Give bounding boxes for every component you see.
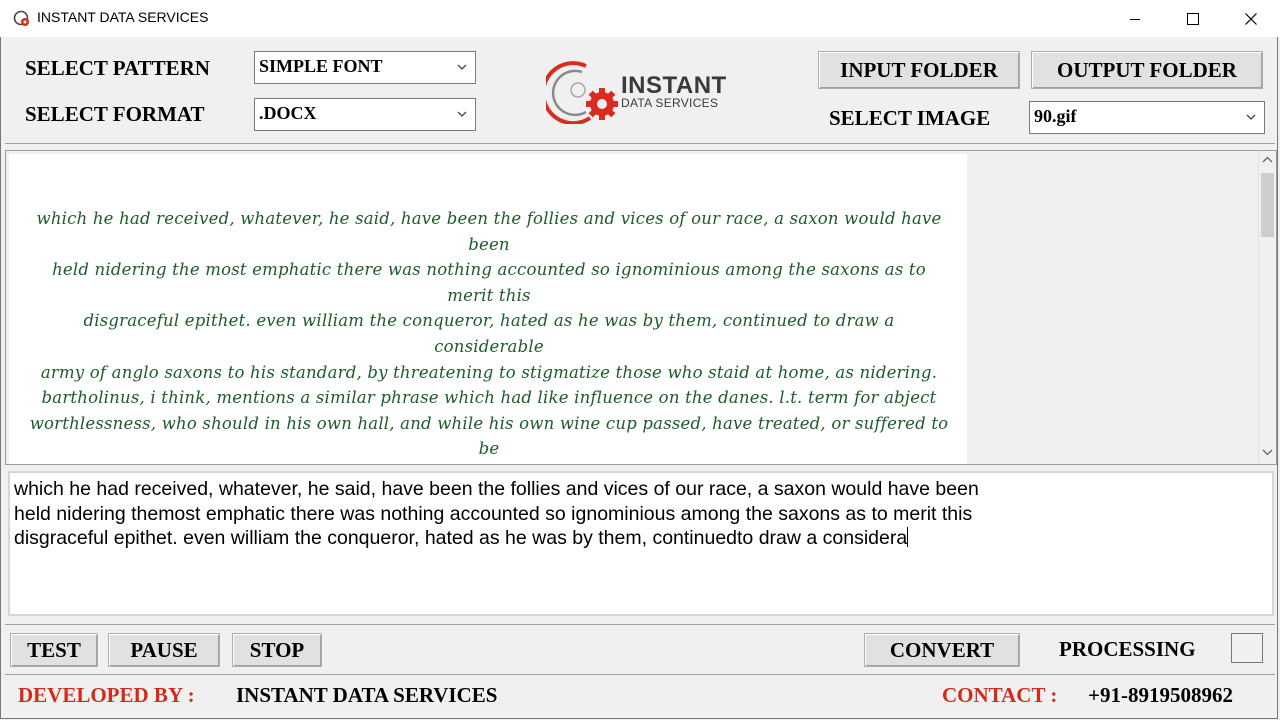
input-line: held nidering themost emphatic there was…: [14, 502, 973, 525]
handwriting-preview-text: which he had received, whatever, he said…: [27, 206, 951, 464]
app-logo-icon: [13, 10, 29, 26]
stop-button[interactable]: STOP: [232, 633, 322, 667]
pattern-dropdown-value: SIMPLE FONT: [259, 56, 383, 76]
contact-phone: +91-8919508962: [1088, 683, 1233, 707]
scroll-up-icon[interactable]: [1262, 155, 1273, 165]
handwriting-preview-panel[interactable]: which he had received, whatever, he said…: [5, 150, 1277, 465]
developer-name: INSTANT DATA SERVICES: [236, 683, 498, 707]
close-button[interactable]: [1222, 0, 1280, 37]
scrollbar-thumb[interactable]: [1261, 173, 1274, 237]
input-folder-button[interactable]: INPUT FOLDER: [818, 51, 1020, 89]
chevron-down-icon: [457, 64, 467, 70]
divider: [5, 674, 1275, 675]
preview-line: treated, an unoffending guest as your hi…: [27, 462, 951, 464]
contact-label: CONTACT :: [942, 683, 1058, 707]
title-bar: INSTANT DATA SERVICES: [0, 0, 1280, 37]
processing-label: PROCESSING: [1059, 637, 1196, 661]
preview-line: disgraceful epithet. even william the co…: [83, 311, 895, 356]
company-logo: INSTANT DATA SERVICES: [546, 56, 736, 124]
scroll-down-icon[interactable]: [1262, 447, 1273, 457]
preview-page: which he had received, whatever, he said…: [9, 154, 967, 464]
minimize-icon: [1130, 18, 1140, 20]
select-pattern-label: SELECT PATTERN: [25, 56, 210, 80]
maximize-icon: [1187, 12, 1199, 25]
window-title: INSTANT DATA SERVICES: [37, 9, 209, 25]
image-dropdown[interactable]: 90.gif: [1029, 101, 1265, 134]
output-folder-button[interactable]: OUTPUT FOLDER: [1031, 51, 1263, 89]
input-line: which he had received, whatever, he said…: [14, 478, 979, 500]
minimize-button[interactable]: [1106, 0, 1164, 37]
select-format-label: SELECT FORMAT: [25, 102, 205, 126]
developed-by-label: DEVELOPED BY :: [18, 683, 195, 707]
input-line: disgraceful epithet. even william the co…: [14, 527, 909, 549]
chevron-down-icon: [457, 111, 467, 117]
input-text-area[interactable]: which he had received, whatever, he said…: [8, 471, 1274, 616]
preview-scrollbar[interactable]: [1258, 151, 1276, 464]
format-dropdown-value: .DOCX: [259, 103, 317, 123]
convert-button[interactable]: CONVERT: [864, 633, 1020, 667]
pattern-dropdown[interactable]: SIMPLE FONT: [254, 51, 476, 84]
maximize-button[interactable]: [1164, 0, 1222, 37]
input-text-content: which he had received, whatever, he said…: [14, 477, 1014, 551]
image-dropdown-value: 90.gif: [1034, 106, 1077, 126]
logo-subtitle: DATA SERVICES: [621, 96, 719, 110]
chevron-down-icon: [1246, 114, 1256, 120]
preview-line: bartholinus, i think, mentions a similar…: [41, 388, 937, 408]
divider: [5, 143, 1275, 144]
preview-line: army of anglo saxons to his standard, by…: [40, 362, 938, 382]
preview-line: worthlessness, who should in his own hal…: [29, 413, 949, 459]
processing-indicator: [1231, 633, 1263, 663]
gear-logo-icon: [546, 61, 618, 124]
text-caret: [907, 527, 909, 547]
select-image-label: SELECT IMAGE: [829, 106, 991, 130]
close-icon: [1245, 12, 1257, 25]
test-button[interactable]: TEST: [10, 633, 98, 667]
preview-line: which he had received, whatever, he said…: [36, 209, 942, 254]
divider: [5, 624, 1275, 625]
preview-line: held nidering the most emphatic there wa…: [52, 260, 926, 305]
format-dropdown[interactable]: .DOCX: [254, 98, 476, 131]
pause-button[interactable]: PAUSE: [108, 633, 220, 667]
